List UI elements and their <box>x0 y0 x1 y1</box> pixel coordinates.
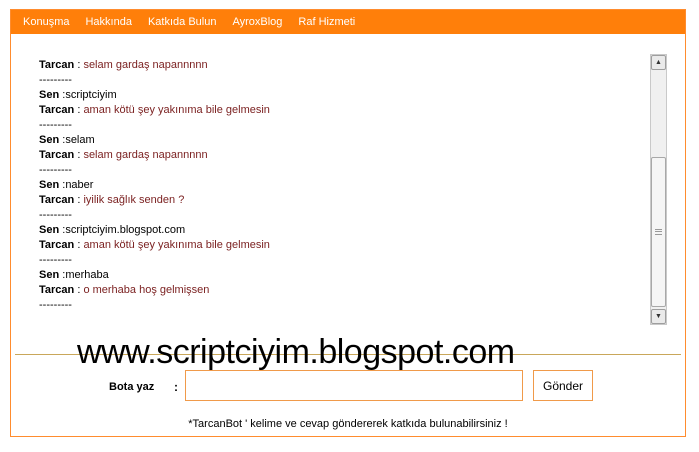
message-text: aman kötü şey yakınıma bile gelmesin <box>83 239 270 251</box>
sender-name: Sen <box>39 134 60 146</box>
message-text: o merhaba hoş gelmişsen <box>83 284 210 296</box>
chat-log: Tarcan : selam gardaş napannnnn ---------… <box>39 58 619 318</box>
bot-message: Tarcan : aman kötü şey yakınıma bile gel… <box>39 238 619 253</box>
sender-name: Tarcan <box>39 239 75 251</box>
nav-item-konusma[interactable]: Konuşma <box>23 16 69 28</box>
nav-item-hakkinda[interactable]: Hakkında <box>85 16 131 28</box>
bot-message: Tarcan : selam gardaş napannnnn <box>39 148 619 163</box>
watermark-text: www.scriptciyim.blogspot.com <box>77 333 515 371</box>
bot-message: Tarcan : o merhaba hoş gelmişsen <box>39 283 619 298</box>
nav-item-ayroxblog[interactable]: AyroxBlog <box>232 16 282 28</box>
message-text: selam gardaş napannnnn <box>83 59 208 71</box>
sender-name: Tarcan <box>39 104 75 116</box>
chat-scrollbar[interactable]: ▲ ▼ <box>650 54 667 325</box>
message-text: scriptciyim <box>65 89 117 101</box>
message-input[interactable] <box>185 370 523 401</box>
scroll-thumb[interactable] <box>651 157 666 307</box>
footer-note: *TarcanBot ' kelime ve cevap göndererek … <box>188 418 508 430</box>
scroll-up-button[interactable]: ▲ <box>651 55 666 70</box>
message-text: selam gardaş napannnnn <box>83 149 208 161</box>
message-text: scriptciyim.blogspot.com <box>65 224 186 236</box>
message-divider: --------- <box>39 164 72 176</box>
message-text: naber <box>65 179 94 191</box>
scroll-down-button[interactable]: ▼ <box>651 309 666 324</box>
chat-frame: Konuşma Hakkında Katkıda Bulun AyroxBlog… <box>10 9 686 437</box>
top-nav: Konuşma Hakkında Katkıda Bulun AyroxBlog… <box>11 10 685 34</box>
sender-name: Tarcan <box>39 194 75 206</box>
message-divider: --------- <box>39 209 72 221</box>
user-message: Sen :merhaba <box>39 268 619 283</box>
user-message: Sen :scriptciyim.blogspot.com <box>39 223 619 238</box>
bot-message: Tarcan : iyilik sağlık senden ? <box>39 193 619 208</box>
nav-item-raf-hizmeti[interactable]: Raf Hizmeti <box>298 16 355 28</box>
sender-name: Tarcan <box>39 149 75 161</box>
user-message: Sen :naber <box>39 178 619 193</box>
user-message: Sen :scriptciyim <box>39 88 619 103</box>
sender-name: Tarcan <box>39 284 75 296</box>
sender-name: Sen <box>39 224 60 236</box>
user-message: Sen :selam <box>39 133 619 148</box>
bot-message: Tarcan : selam gardaş napannnnn <box>39 58 619 73</box>
message-divider: --------- <box>39 119 72 131</box>
sender-name: Sen <box>39 89 60 101</box>
nav-item-katkida-bulun[interactable]: Katkıda Bulun <box>148 16 217 28</box>
triangle-down-icon: ▼ <box>655 313 662 320</box>
grip-icon <box>655 229 662 235</box>
sender-name: Sen <box>39 179 60 191</box>
message-divider: --------- <box>39 254 72 266</box>
message-divider: --------- <box>39 74 72 86</box>
message-divider: --------- <box>39 299 72 311</box>
input-label: Bota yaz <box>109 381 155 393</box>
triangle-up-icon: ▲ <box>655 59 662 66</box>
bot-message: Tarcan : aman kötü şey yakınıma bile gel… <box>39 103 619 118</box>
send-button[interactable]: Gönder <box>533 370 593 401</box>
sender-name: Tarcan <box>39 59 75 71</box>
message-text: iyilik sağlık senden ? <box>83 194 185 206</box>
message-text: selam <box>65 134 95 146</box>
sender-name: Sen <box>39 269 60 281</box>
message-text: aman kötü şey yakınıma bile gelmesin <box>83 104 270 116</box>
message-text: merhaba <box>65 269 109 281</box>
input-label-colon: : <box>174 380 178 394</box>
